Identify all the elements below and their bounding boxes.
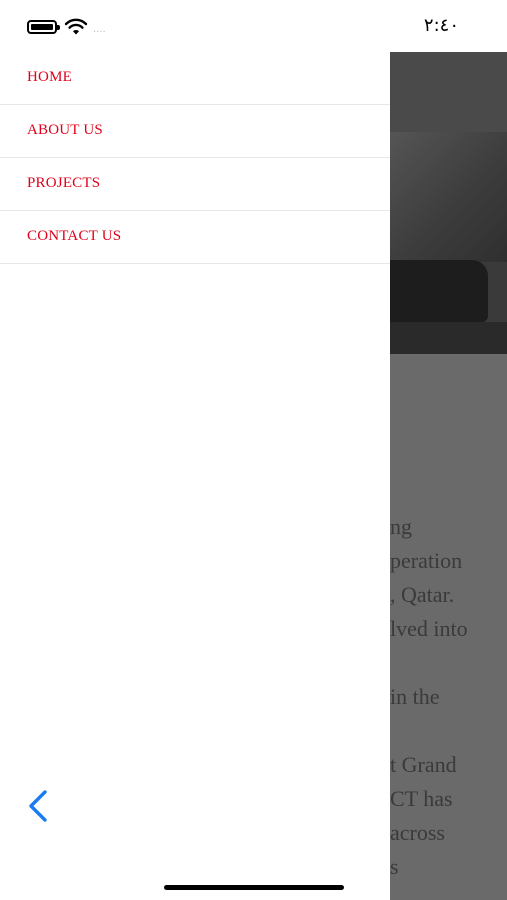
chevron-left-icon[interactable] [24,788,54,824]
battery-icon [27,20,60,34]
background-text-line: in the [390,684,440,709]
background-text-line: , Qatar. [390,582,455,607]
background-body-text: ng peration , Qatar. lved into in the t … [390,510,507,884]
background-hero-image [390,132,507,354]
background-text-line: across [390,820,445,845]
background-text-line [390,646,507,680]
status-time: ٢:٤٠ [423,15,459,36]
background-header [390,52,507,132]
background-page-overlay[interactable]: ng peration , Qatar. lved into in the t … [390,52,507,900]
background-text-line: CT has [390,786,453,811]
wifi-icon [64,18,88,35]
background-text-line: lved into [390,616,468,641]
menu-item-home[interactable]: HOME [0,52,390,105]
home-indicator [164,885,344,890]
menu-item-about-us[interactable]: ABOUT US [0,105,390,158]
background-text-line: peration [390,548,463,573]
background-text-line: ng [390,514,412,539]
menu-item-projects[interactable]: PROJECTS [0,158,390,211]
navigation-drawer: HOME ABOUT US PROJECTS CONTACT US [0,52,390,900]
background-text-line [390,714,507,748]
background-text-line: t Grand [390,752,457,777]
signal-indicator: .... [93,24,106,35]
status-bar: .... ٢:٤٠ [0,0,507,52]
background-text-line: s [390,854,399,879]
menu-item-contact-us[interactable]: CONTACT US [0,211,390,264]
